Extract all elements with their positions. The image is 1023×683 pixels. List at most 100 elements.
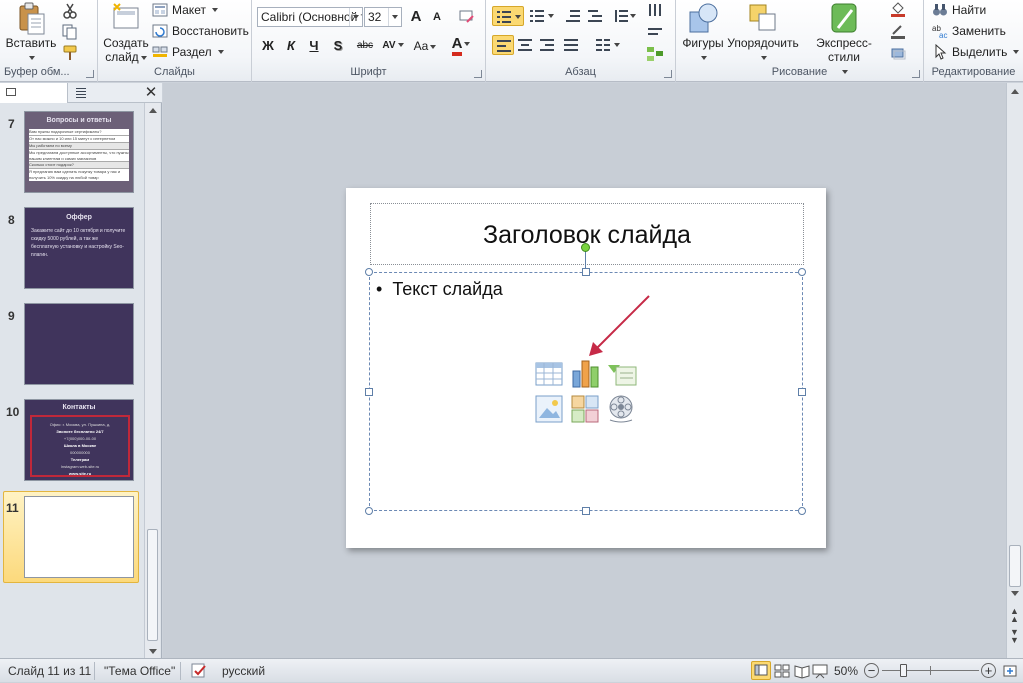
- resize-handle-ne[interactable]: [798, 268, 806, 276]
- insert-picture-icon[interactable]: [534, 394, 564, 424]
- normal-view-icon: [754, 664, 768, 676]
- resize-handle-nw[interactable]: [365, 268, 373, 276]
- zoom-slider-handle[interactable]: [900, 664, 907, 677]
- resize-handle-e[interactable]: [798, 388, 806, 396]
- layout-button[interactable]: Макет: [152, 0, 218, 20]
- scroll-down-icon[interactable]: [149, 649, 157, 654]
- normal-view-button[interactable]: [751, 661, 771, 680]
- close-pane-button[interactable]: ✕: [142, 84, 160, 102]
- align-left-button[interactable]: [492, 35, 514, 55]
- slide-title-placeholder[interactable]: Заголовок слайда: [370, 203, 804, 265]
- align-text-button[interactable]: [644, 22, 666, 42]
- shapes-button[interactable]: Фигуры: [678, 2, 728, 64]
- italic-button[interactable]: К: [281, 36, 301, 56]
- shrink-font-button[interactable]: A: [427, 7, 447, 27]
- underline-button[interactable]: Ч: [304, 36, 324, 56]
- align-right-button[interactable]: [536, 35, 558, 55]
- grow-font-button[interactable]: A: [406, 7, 426, 27]
- insert-clipart-icon[interactable]: [570, 394, 600, 424]
- thumb-slide-11[interactable]: [24, 496, 134, 578]
- canvas-scrollbar[interactable]: ▲ ▲ ▼ ▼: [1006, 83, 1023, 658]
- resize-handle-sw[interactable]: [365, 507, 373, 515]
- reset-button[interactable]: Восстановить: [152, 21, 249, 41]
- increase-indent-button[interactable]: [584, 6, 606, 26]
- clear-format-button[interactable]: [457, 7, 477, 27]
- clipboard-launcher-icon[interactable]: [86, 70, 94, 78]
- scroll-down-icon[interactable]: [1011, 591, 1019, 596]
- resize-handle-w[interactable]: [365, 388, 373, 396]
- section-button[interactable]: Раздел: [152, 42, 224, 62]
- reading-view-button[interactable]: [793, 662, 811, 680]
- change-case-button[interactable]: Aa: [412, 36, 438, 56]
- paste-button[interactable]: Вставить: [4, 2, 58, 64]
- shape-fill-icon[interactable]: [890, 1, 906, 17]
- thumbnails-scrollbar[interactable]: [144, 103, 160, 658]
- resize-handle-n[interactable]: [582, 268, 590, 276]
- slide-sorter-button[interactable]: [773, 662, 791, 680]
- font-name-combo[interactable]: Calibri (Основной текст): [257, 7, 363, 27]
- scroll-thumb[interactable]: [1009, 545, 1021, 587]
- align-center-button[interactable]: [514, 35, 536, 55]
- previous-slide-icon[interactable]: ▲ ▲: [1010, 607, 1019, 624]
- scroll-up-icon[interactable]: [1011, 89, 1019, 94]
- char-spacing-button[interactable]: AV: [380, 36, 406, 56]
- text-direction-button[interactable]: [644, 0, 666, 20]
- fit-to-window-button[interactable]: [1001, 662, 1019, 680]
- next-slide-icon[interactable]: ▼ ▼: [1010, 628, 1019, 645]
- grow-font-icon: A: [410, 8, 422, 25]
- resize-handle-s[interactable]: [582, 507, 590, 515]
- format-painter-icon[interactable]: [62, 45, 78, 61]
- select-button[interactable]: Выделить: [932, 42, 1020, 62]
- paste-icon: [15, 2, 47, 35]
- thumb-slide-9[interactable]: [24, 303, 134, 385]
- paragraph-launcher-icon[interactable]: [664, 70, 672, 78]
- numbering-button[interactable]: [526, 6, 556, 26]
- align-right-icon: [540, 39, 554, 51]
- zoom-level[interactable]: 50%: [834, 664, 858, 678]
- font-size-combo[interactable]: 32: [364, 7, 402, 27]
- insert-smartart-icon[interactable]: [606, 359, 637, 389]
- rotation-handle[interactable]: [581, 243, 590, 252]
- thumb-slide-8[interactable]: Оффер Закажите сайт до 10 октября и полу…: [24, 207, 134, 289]
- slides-tab[interactable]: [0, 83, 68, 103]
- thumb-slide-10[interactable]: Контакты Офис: г. Москва, ул. Пушкина, д…: [24, 399, 134, 481]
- scroll-up-icon[interactable]: [149, 108, 157, 113]
- new-slide-button[interactable]: Создать слайд: [102, 2, 150, 64]
- insert-chart-icon[interactable]: [570, 357, 600, 388]
- theme-name[interactable]: "Тема Office": [104, 664, 175, 678]
- bullets-button[interactable]: [492, 6, 524, 26]
- copy-icon[interactable]: [62, 24, 78, 40]
- resize-handle-se[interactable]: [798, 507, 806, 515]
- language[interactable]: русский: [222, 664, 265, 678]
- cut-icon[interactable]: [62, 3, 78, 19]
- columns-button[interactable]: [592, 35, 622, 55]
- shadow-button[interactable]: S: [328, 36, 348, 56]
- line-spacing-button[interactable]: [610, 6, 638, 26]
- arrange-button[interactable]: Упорядочить: [726, 2, 800, 64]
- thumb-slide-7[interactable]: Вопросы и ответы Вам нужны подарочные се…: [24, 111, 134, 193]
- spellcheck-icon[interactable]: [190, 662, 208, 680]
- smartart-button[interactable]: [644, 44, 666, 64]
- content-bullet[interactable]: • Текст слайда: [376, 279, 503, 300]
- font-color-button[interactable]: A: [448, 34, 474, 56]
- insert-media-icon[interactable]: [606, 394, 636, 424]
- slides-tab-icon: [6, 88, 16, 96]
- shadow-icon: S: [333, 38, 343, 53]
- zoom-out-button[interactable]: −: [864, 663, 879, 678]
- slideshow-button[interactable]: [811, 662, 829, 680]
- font-launcher-icon[interactable]: [474, 70, 482, 78]
- zoom-in-button[interactable]: +: [981, 663, 996, 678]
- shape-outline-icon[interactable]: [890, 23, 906, 39]
- outline-tab[interactable]: [68, 83, 138, 103]
- strikethrough-button[interactable]: abc: [352, 36, 378, 56]
- justify-button[interactable]: [560, 35, 582, 55]
- find-button[interactable]: Найти: [932, 0, 986, 20]
- drawing-launcher-icon[interactable]: [912, 70, 920, 78]
- replace-button[interactable]: ab ac Заменить: [932, 21, 1006, 41]
- decrease-indent-button[interactable]: [562, 6, 584, 26]
- shape-effects-icon[interactable]: [890, 45, 906, 61]
- bold-button[interactable]: Ж: [258, 36, 278, 56]
- insert-table-icon[interactable]: [534, 359, 564, 389]
- zoom-slider-center-tick: [930, 666, 931, 675]
- scroll-thumb[interactable]: [147, 529, 158, 641]
